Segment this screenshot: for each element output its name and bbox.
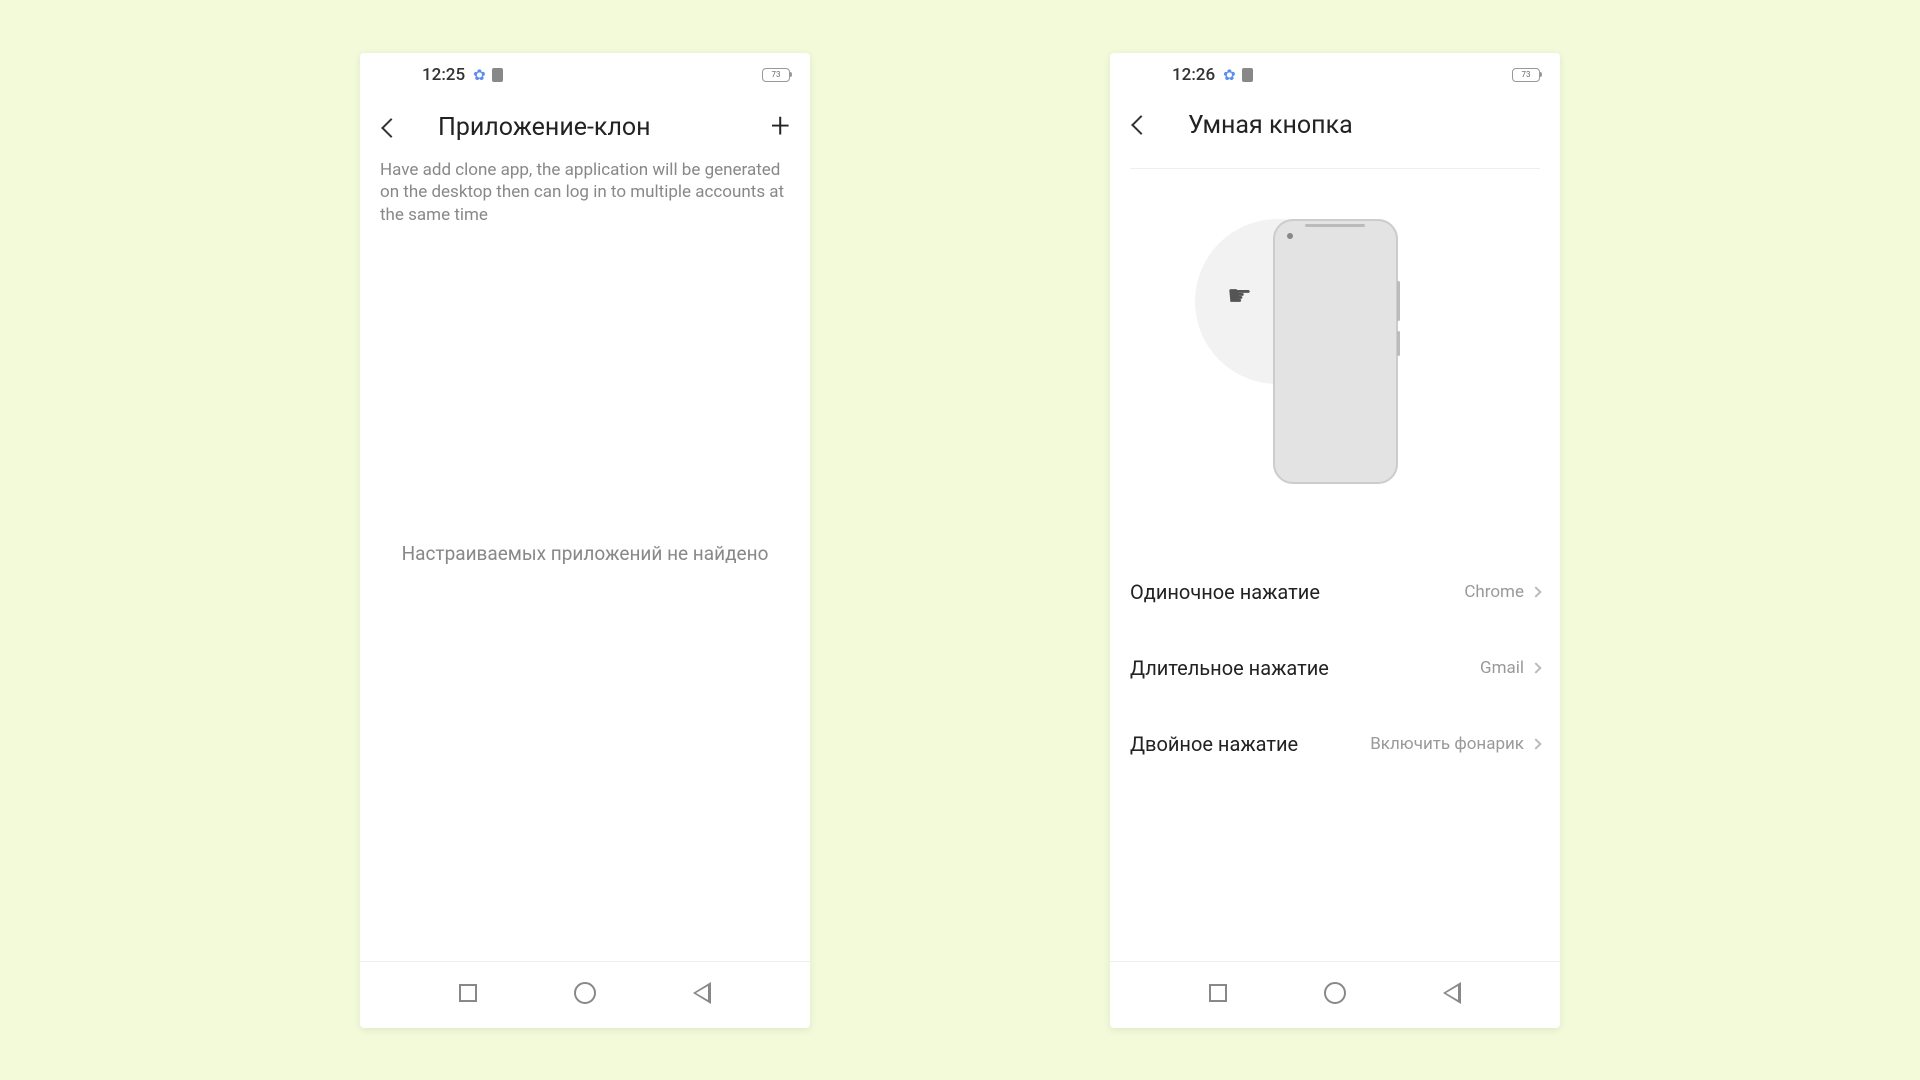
status-time: 12:26 [1172,65,1215,85]
setting-double-press[interactable]: Двойное нажатие Включить фонарик [1130,706,1540,782]
phone-screenshot-clone-app: 12:25 ✿ 73 Приложение-клон + Have add cl… [360,53,810,1028]
battery-icon: 73 [1512,68,1540,82]
battery-icon: 73 [762,68,790,82]
back-nav-icon[interactable] [693,982,711,1004]
setting-label: Одиночное нажатие [1130,580,1320,604]
page-header: Умная кнопка [1110,93,1560,158]
add-button[interactable]: + [771,109,790,143]
recents-icon[interactable] [1209,984,1227,1002]
chevron-right-icon [1530,662,1541,673]
status-bar: 12:25 ✿ 73 [360,53,810,93]
setting-long-press[interactable]: Длительное нажатие Gmail [1130,630,1540,706]
navigation-bar [360,961,810,1028]
chevron-right-icon [1530,738,1541,749]
status-time: 12:25 [422,65,465,85]
page-title: Умная кнопка [1188,111,1353,140]
back-icon[interactable] [381,118,401,138]
settings-list: Одиночное нажатие Chrome Длительное нажа… [1110,554,1560,782]
chevron-right-icon [1530,586,1541,597]
phone-camera-icon [1287,233,1293,239]
setting-value: Gmail [1480,658,1524,678]
setting-label: Длительное нажатие [1130,656,1329,680]
recents-icon[interactable] [459,984,477,1002]
navigation-bar [1110,961,1560,1028]
phone-side-button-2 [1397,331,1400,356]
gear-icon: ✿ [1223,66,1236,84]
home-icon[interactable] [1324,982,1346,1004]
setting-label: Двойное нажатие [1130,732,1298,756]
setting-value-wrap: Chrome [1464,582,1540,602]
phone-side-button-1 [1397,281,1400,321]
setting-value-wrap: Включить фонарик [1370,734,1540,754]
setting-value: Chrome [1464,582,1524,602]
home-icon[interactable] [574,982,596,1004]
status-icons: ✿ [1223,66,1253,84]
pointing-hand-icon: ☛ [1227,279,1252,312]
setting-value-wrap: Gmail [1480,658,1540,678]
document-icon [492,68,503,82]
status-icons: ✿ [473,66,503,84]
phone-screenshot-smart-button: 12:26 ✿ 73 Умная кнопка ☛ Одиночное нажа… [1110,53,1560,1028]
phone-notch [1305,224,1365,227]
setting-value: Включить фонарик [1370,734,1524,754]
document-icon [1242,68,1253,82]
back-nav-icon[interactable] [1443,982,1461,1004]
page-title: Приложение-клон [438,113,651,142]
setting-single-press[interactable]: Одиночное нажатие Chrome [1130,554,1540,630]
empty-state-text: Настраиваемых приложений не найдено [402,542,769,565]
gear-icon: ✿ [473,66,486,84]
phone-illustration: ☛ [1110,169,1560,554]
status-bar: 12:26 ✿ 73 [1110,53,1560,93]
back-icon[interactable] [1131,115,1151,135]
phone-device-illustration [1273,219,1398,484]
empty-state: Настраиваемых приложений не найдено [360,147,810,960]
